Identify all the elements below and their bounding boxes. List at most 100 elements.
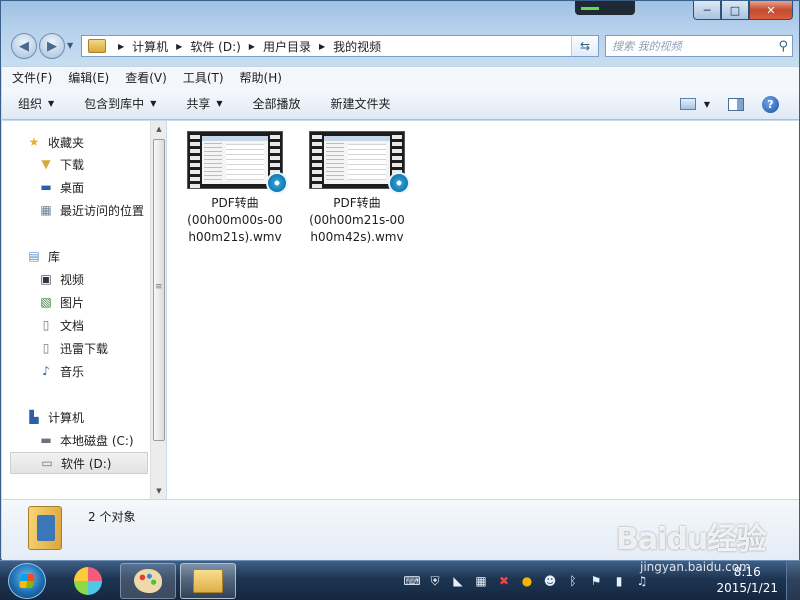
watermark: Baidu经验 jingyan.baidu.com	[616, 514, 766, 574]
recent-places-icon: ▦	[40, 203, 52, 217]
chevron-down-icon: ▼	[216, 99, 223, 108]
nav-label: 文档	[60, 318, 85, 333]
palette-icon	[134, 569, 162, 593]
network-icon[interactable]: ▦	[473, 573, 489, 589]
taskbar-app-explorer[interactable]	[180, 563, 236, 599]
nav-label: 视频	[60, 272, 85, 287]
new-folder-button[interactable]: 新建文件夹	[331, 95, 391, 112]
document-icon: ▯	[42, 318, 50, 332]
file-name-line: PDF转曲	[333, 196, 381, 210]
include-in-library-button[interactable]: 包含到库中 ▼	[84, 95, 156, 112]
search-box[interactable]: 搜索 我的视频 ⚲	[605, 35, 793, 57]
title-bar[interactable]: ─ □ ✕	[1, 1, 799, 29]
file-name: PDF转曲 (00h00m00s-00 h00m21s).wmv	[181, 195, 289, 246]
nav-label: 下载	[60, 157, 85, 172]
nav-scrollbar[interactable]: ▲ ▼	[150, 121, 166, 499]
file-name-line: PDF转曲	[211, 196, 259, 210]
signal-icon[interactable]: ▮	[611, 573, 627, 589]
dot-icon[interactable]: ●	[519, 573, 535, 589]
nav-label: 库	[48, 249, 61, 264]
status-widget	[575, 1, 635, 15]
scroll-down-arrow[interactable]: ▼	[151, 483, 167, 499]
flag-icon[interactable]: ⚑	[588, 573, 604, 589]
nav-label: 桌面	[60, 180, 85, 195]
thumbnail-screen	[202, 136, 268, 184]
thumbnail-screen	[324, 136, 390, 184]
folder-icon	[193, 569, 223, 593]
maximize-button[interactable]: □	[721, 1, 749, 20]
desktop-icon: ▬	[40, 180, 52, 194]
menu-help[interactable]: 帮助(H)	[240, 69, 282, 86]
file-name-line: (00h00m00s-00	[187, 213, 283, 227]
crumb-computer[interactable]: 计算机	[132, 38, 168, 55]
share-button[interactable]: 共享 ▼	[186, 95, 222, 112]
disconnect-icon[interactable]: ✖	[496, 573, 512, 589]
crumb-user-dir[interactable]: 用户目录	[263, 38, 311, 55]
help-icon[interactable]: ?	[762, 95, 779, 113]
library-icon: ▤	[28, 249, 40, 263]
nav-label: 迅雷下载	[60, 341, 109, 356]
organize-button[interactable]: 组织 ▼	[18, 95, 54, 112]
nav-label: 最近访问的位置	[60, 203, 145, 218]
nav-label: 计算机	[48, 410, 85, 425]
volume-icon[interactable]: ♫	[634, 573, 650, 589]
media-player-icon	[266, 172, 288, 194]
crumb-drive-d[interactable]: 软件 (D:)	[190, 38, 240, 55]
chevron-right-icon[interactable]: ▶	[249, 42, 255, 51]
computer-icon: ▙	[29, 410, 39, 424]
start-button[interactable]	[8, 563, 46, 599]
nav-label: 收藏夹	[48, 135, 85, 150]
address-bar[interactable]: ▶ 计算机 ▶ 软件 (D:) ▶ 用户目录 ▶ 我的视频 ▼	[81, 35, 599, 57]
breadcrumb: ▶ 计算机 ▶ 软件 (D:) ▶ 用户目录 ▶ 我的视频	[110, 38, 381, 55]
taskbar-app-paint[interactable]	[120, 563, 176, 599]
document-icon: ▯	[42, 341, 50, 355]
star-icon: ★	[28, 135, 40, 149]
forward-button[interactable]: ▶	[39, 33, 65, 59]
shield-icon[interactable]: ⛨	[427, 573, 443, 589]
file-item[interactable]: PDF转曲 (00h00m21s-00 h00m42s).wmv	[303, 131, 411, 246]
menu-file[interactable]: 文件(F)	[12, 69, 52, 86]
clover-icon	[74, 567, 102, 595]
drive-icon: ▭	[41, 456, 53, 470]
minimize-button[interactable]: ─	[693, 1, 721, 20]
menu-view[interactable]: 查看(V)	[125, 69, 167, 86]
navigation-pane: ★ 收藏夹 ▼ 下载 ▬ 桌面 ▦ 最近访问的位置 ▤ 库 ▣ 视频 ▧ 图片 ▯ 文档 ▯ 迅雷…	[2, 121, 166, 499]
search-icon[interactable]: ⚲	[778, 39, 788, 54]
file-name-line: h00m21s).wmv	[188, 230, 282, 244]
menu-edit[interactable]: 编辑(E)	[68, 69, 109, 86]
scrollbar-thumb[interactable]	[153, 139, 165, 441]
chevron-right-icon[interactable]: ▶	[176, 42, 182, 51]
bluetooth-icon[interactable]: ᛒ	[565, 573, 581, 589]
chevron-right-icon[interactable]: ▶	[118, 42, 124, 51]
view-mode-icon[interactable]	[679, 98, 696, 110]
include-label: 包含到库中	[84, 97, 145, 111]
play-all-button[interactable]: 全部播放	[253, 95, 301, 112]
close-button[interactable]: ✕	[749, 1, 793, 20]
recent-pages-dropdown[interactable]: ▼	[67, 41, 79, 51]
chevron-down-icon: ▼	[150, 99, 157, 108]
nav-drive-d[interactable]: ▭ 软件 (D:)	[10, 452, 148, 474]
file-item[interactable]: PDF转曲 (00h00m00s-00 h00m21s).wmv	[181, 131, 289, 246]
scroll-up-arrow[interactable]: ▲	[151, 121, 167, 137]
search-input[interactable]: 搜索 我的视频	[612, 38, 682, 54]
menu-tools[interactable]: 工具(T)	[183, 69, 224, 86]
drive-icon: ▬	[40, 433, 52, 447]
nav-label: 图片	[60, 295, 85, 310]
baidu-logo: Baidu经验	[616, 522, 766, 557]
nvidia-icon[interactable]: ◣	[450, 573, 466, 589]
item-count: 2 个对象	[88, 510, 136, 524]
chevron-down-icon: ▼	[48, 99, 55, 108]
keyboard-icon[interactable]: ⌨	[403, 573, 420, 589]
back-button[interactable]: ◀	[11, 33, 37, 59]
music-icon: ♪	[42, 364, 50, 378]
crumb-my-videos[interactable]: 我的视频	[333, 38, 381, 55]
chevron-right-icon[interactable]: ▶	[319, 42, 325, 51]
qq-icon[interactable]: ☻	[542, 573, 558, 589]
file-name: PDF转曲 (00h00m21s-00 h00m42s).wmv	[303, 195, 411, 246]
show-desktop-button[interactable]	[786, 561, 800, 600]
view-dropdown[interactable]: ▼	[704, 100, 710, 109]
preview-pane-icon[interactable]	[728, 97, 744, 111]
taskbar-app-clover[interactable]	[60, 563, 116, 599]
folder-icon	[88, 39, 106, 53]
refresh-button[interactable]: ⇆	[571, 35, 599, 57]
